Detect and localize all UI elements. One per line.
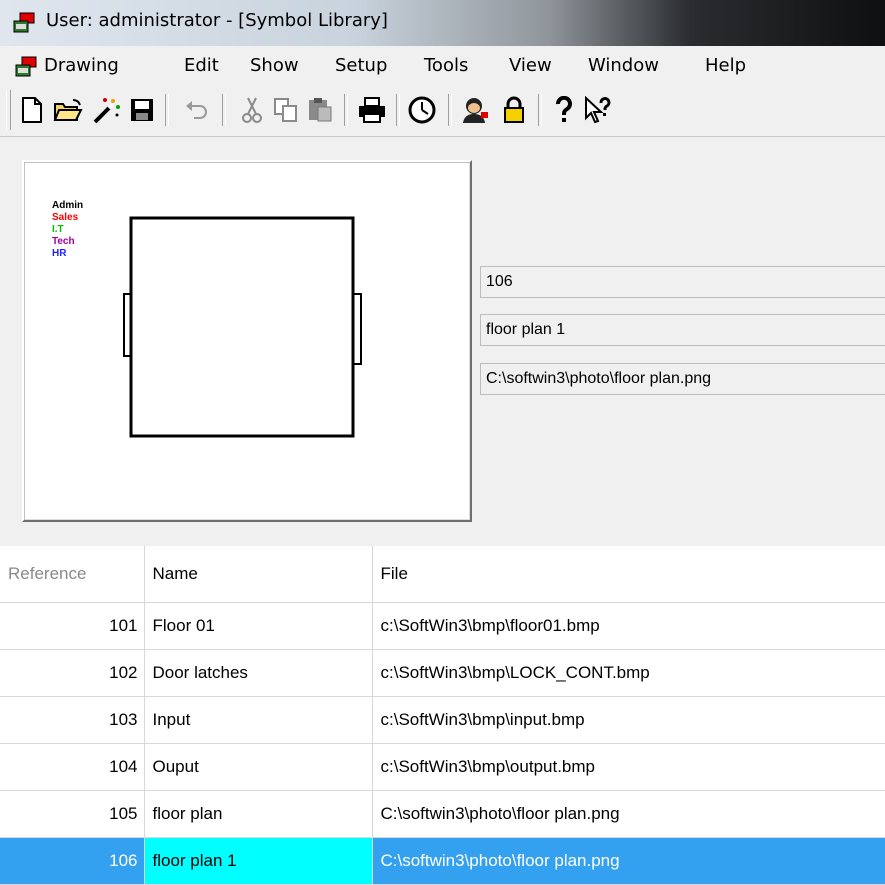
menu-bar: Drawing Edit Show Setup Tools View Windo… <box>0 46 885 87</box>
cell-name[interactable]: Door latches <box>144 649 373 697</box>
toolbar-separator <box>344 94 348 126</box>
new-icon[interactable] <box>14 92 50 128</box>
symbol-preview: Admin Sales I.T Tech HR <box>22 160 472 522</box>
print-icon[interactable] <box>354 92 390 128</box>
table-row[interactable]: 102 Door latches c:\SoftWin3\bmp\LOCK_CO… <box>0 649 885 697</box>
cell-name[interactable]: floor plan 1 <box>144 837 373 885</box>
room-outline <box>129 216 355 438</box>
toolbar-grip[interactable] <box>6 90 11 130</box>
floor-plan-drawing <box>123 216 362 438</box>
column-header-reference[interactable]: Reference <box>0 546 145 603</box>
toolbar-separator <box>165 94 169 126</box>
toolbar-separator <box>538 94 542 126</box>
cell-reference[interactable]: 104 <box>0 743 145 791</box>
column-header-name[interactable]: Name <box>144 546 373 603</box>
open-icon[interactable] <box>50 92 86 128</box>
table-row-selected[interactable]: 106 floor plan 1 C:\softwin3\photo\floor… <box>0 837 885 885</box>
cut-icon[interactable] <box>234 92 270 128</box>
cell-reference[interactable]: 101 <box>0 602 145 650</box>
menu-drawing[interactable]: Drawing <box>44 55 119 76</box>
menu-tools[interactable]: Tools <box>424 55 468 76</box>
menu-edit[interactable]: Edit <box>184 55 219 76</box>
cell-file[interactable]: c:\SoftWin3\bmp\floor01.bmp <box>372 602 885 650</box>
reference-field[interactable]: 106 <box>480 266 885 298</box>
table-row[interactable]: 104 Ouput c:\SoftWin3\bmp\output.bmp <box>0 743 885 791</box>
help-icon[interactable] <box>546 92 582 128</box>
column-header-file[interactable]: File <box>372 546 885 603</box>
cell-reference[interactable]: 103 <box>0 696 145 744</box>
toolbar-separator <box>396 94 400 126</box>
toolbar-separator <box>448 94 452 126</box>
cell-file[interactable]: c:\SoftWin3\bmp\LOCK_CONT.bmp <box>372 649 885 697</box>
name-field[interactable]: floor plan 1 <box>480 314 885 346</box>
toolbar <box>0 86 885 136</box>
save-icon[interactable] <box>124 92 160 128</box>
table-row[interactable]: 105 floor plan C:\softwin3\photo\floor p… <box>0 790 885 838</box>
app-icon <box>13 12 35 33</box>
context-help-icon[interactable] <box>580 92 616 128</box>
cell-file[interactable]: c:\SoftWin3\bmp\input.bmp <box>372 696 885 744</box>
cell-name[interactable]: floor plan <box>144 790 373 838</box>
user-icon[interactable] <box>456 92 492 128</box>
copy-icon[interactable] <box>268 92 304 128</box>
cell-name[interactable]: Ouput <box>144 743 373 791</box>
table-row[interactable]: 101 Floor 01 c:\SoftWin3\bmp\floor01.bmp <box>0 602 885 650</box>
cell-reference[interactable]: 105 <box>0 790 145 838</box>
file-field[interactable]: C:\softwin3\photo\floor plan.png <box>480 363 885 395</box>
cell-name[interactable]: Floor 01 <box>144 602 373 650</box>
menu-show[interactable]: Show <box>250 55 299 76</box>
menu-help[interactable]: Help <box>705 55 746 76</box>
undo-icon[interactable] <box>178 92 214 128</box>
clock-icon[interactable] <box>404 92 440 128</box>
menu-setup[interactable]: Setup <box>335 55 387 76</box>
app-menu-icon[interactable] <box>14 56 38 78</box>
cell-reference[interactable]: 102 <box>0 649 145 697</box>
menu-view[interactable]: View <box>509 55 552 76</box>
magic-wand-icon[interactable] <box>88 92 124 128</box>
cell-file[interactable]: C:\softwin3\photo\floor plan.png <box>372 837 885 885</box>
cell-file[interactable]: c:\SoftWin3\bmp\output.bmp <box>372 743 885 791</box>
table-header-row: Reference Name File <box>0 546 885 603</box>
table-row[interactable]: 103 Input c:\SoftWin3\bmp\input.bmp <box>0 696 885 744</box>
symbol-table: Reference Name File 101 Floor 01 c:\Soft… <box>0 546 885 885</box>
cell-name[interactable]: Input <box>144 696 373 744</box>
paste-icon[interactable] <box>302 92 338 128</box>
window-title: User: administrator - [Symbol Library] <box>46 10 388 31</box>
symbol-detail-panel: Admin Sales I.T Tech HR 106 floor plan 1… <box>0 136 885 547</box>
title-bar: User: administrator - [Symbol Library] <box>0 0 885 46</box>
toolbar-separator <box>222 94 226 126</box>
cell-file[interactable]: C:\softwin3\photo\floor plan.png <box>372 790 885 838</box>
menu-window[interactable]: Window <box>588 55 659 76</box>
lock-icon[interactable] <box>496 92 532 128</box>
cell-reference[interactable]: 106 <box>0 837 145 885</box>
